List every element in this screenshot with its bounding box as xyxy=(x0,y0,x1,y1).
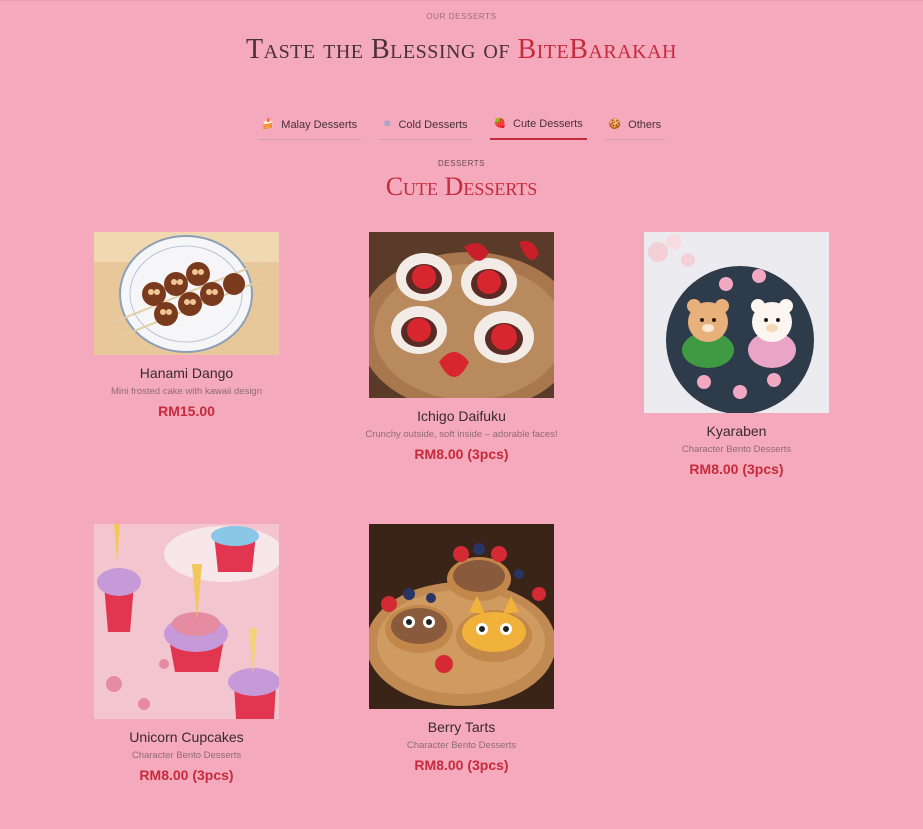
product-price: RM8.00 (3pcs) xyxy=(139,767,234,783)
product-description: Character Bento Desserts xyxy=(681,444,792,455)
tab-label: Malay Desserts xyxy=(281,118,358,131)
top-divider xyxy=(0,0,923,1)
character-bento-photo xyxy=(644,232,829,413)
cake-icon: 🍰 xyxy=(261,118,275,130)
tab-cute-desserts[interactable]: 🍓 Cute Desserts xyxy=(489,112,587,140)
product-card[interactable]: Berry Tarts Character Bento Desserts RM8… xyxy=(369,524,554,773)
berry-tart-photo xyxy=(369,524,554,709)
product-card[interactable]: Kyaraben Character Bento Desserts RM8.00… xyxy=(644,232,829,477)
product-name: Berry Tarts xyxy=(427,719,496,735)
product-card[interactable]: Hanami Dango Mini frosted cake with kawa… xyxy=(94,232,279,419)
section-eyebrow: DESSERTS xyxy=(438,159,485,168)
product-price: RM8.00 (3pcs) xyxy=(414,757,509,773)
strawberry-daifuku-photo xyxy=(369,232,554,398)
tab-label: Cute Desserts xyxy=(513,118,583,130)
section-title: Cute Desserts xyxy=(385,172,538,201)
category-tabs: 🍰 Malay Desserts ❄ Cold Desserts 🍓 Cute … xyxy=(0,112,923,140)
product-description: Character Bento Desserts xyxy=(406,740,517,751)
product-card[interactable]: Ichigo Daifuku Crunchy outside, soft ins… xyxy=(365,232,558,462)
product-name: Kyaraben xyxy=(706,423,767,439)
tab-others[interactable]: 🍪 Others xyxy=(604,112,666,140)
product-name: Unicorn Cupcakes xyxy=(129,729,244,745)
tab-malay-desserts[interactable]: 🍰 Malay Desserts xyxy=(257,112,362,140)
product-description: Crunchy outside, soft inside – adorable … xyxy=(365,429,558,440)
page-title: Taste the Blessing of BiteBarakah xyxy=(0,34,923,66)
product-price: RM8.00 (3pcs) xyxy=(689,461,784,477)
product-card[interactable]: Unicorn Cupcakes Character Bento Dessert… xyxy=(94,524,279,783)
product-description: Mini frosted cake with kawaii design xyxy=(110,386,262,397)
tab-label: Others xyxy=(628,118,662,131)
product-name: Hanami Dango xyxy=(139,365,234,381)
title-prefix: Taste the Blessing of xyxy=(246,34,518,65)
tab-label: Cold Desserts xyxy=(398,118,468,131)
header-eyebrow: OUR DESSERTS xyxy=(426,12,497,21)
cookie-icon: 🍪 xyxy=(608,118,622,130)
product-price: RM8.00 (3pcs) xyxy=(414,446,509,462)
product-description: Character Bento Desserts xyxy=(131,750,242,761)
tab-cold-desserts[interactable]: ❄ Cold Desserts xyxy=(379,112,472,140)
skewered-dango-photo xyxy=(94,232,279,355)
strawberry-icon: 🍓 xyxy=(493,118,506,129)
product-name: Ichigo Daifuku xyxy=(417,408,506,424)
brand-name: BiteBarakah xyxy=(517,34,677,65)
snowflake-icon: ❄ xyxy=(383,118,392,130)
unicorn-cupcake-photo xyxy=(94,524,279,719)
product-price: RM15.00 xyxy=(158,403,215,419)
